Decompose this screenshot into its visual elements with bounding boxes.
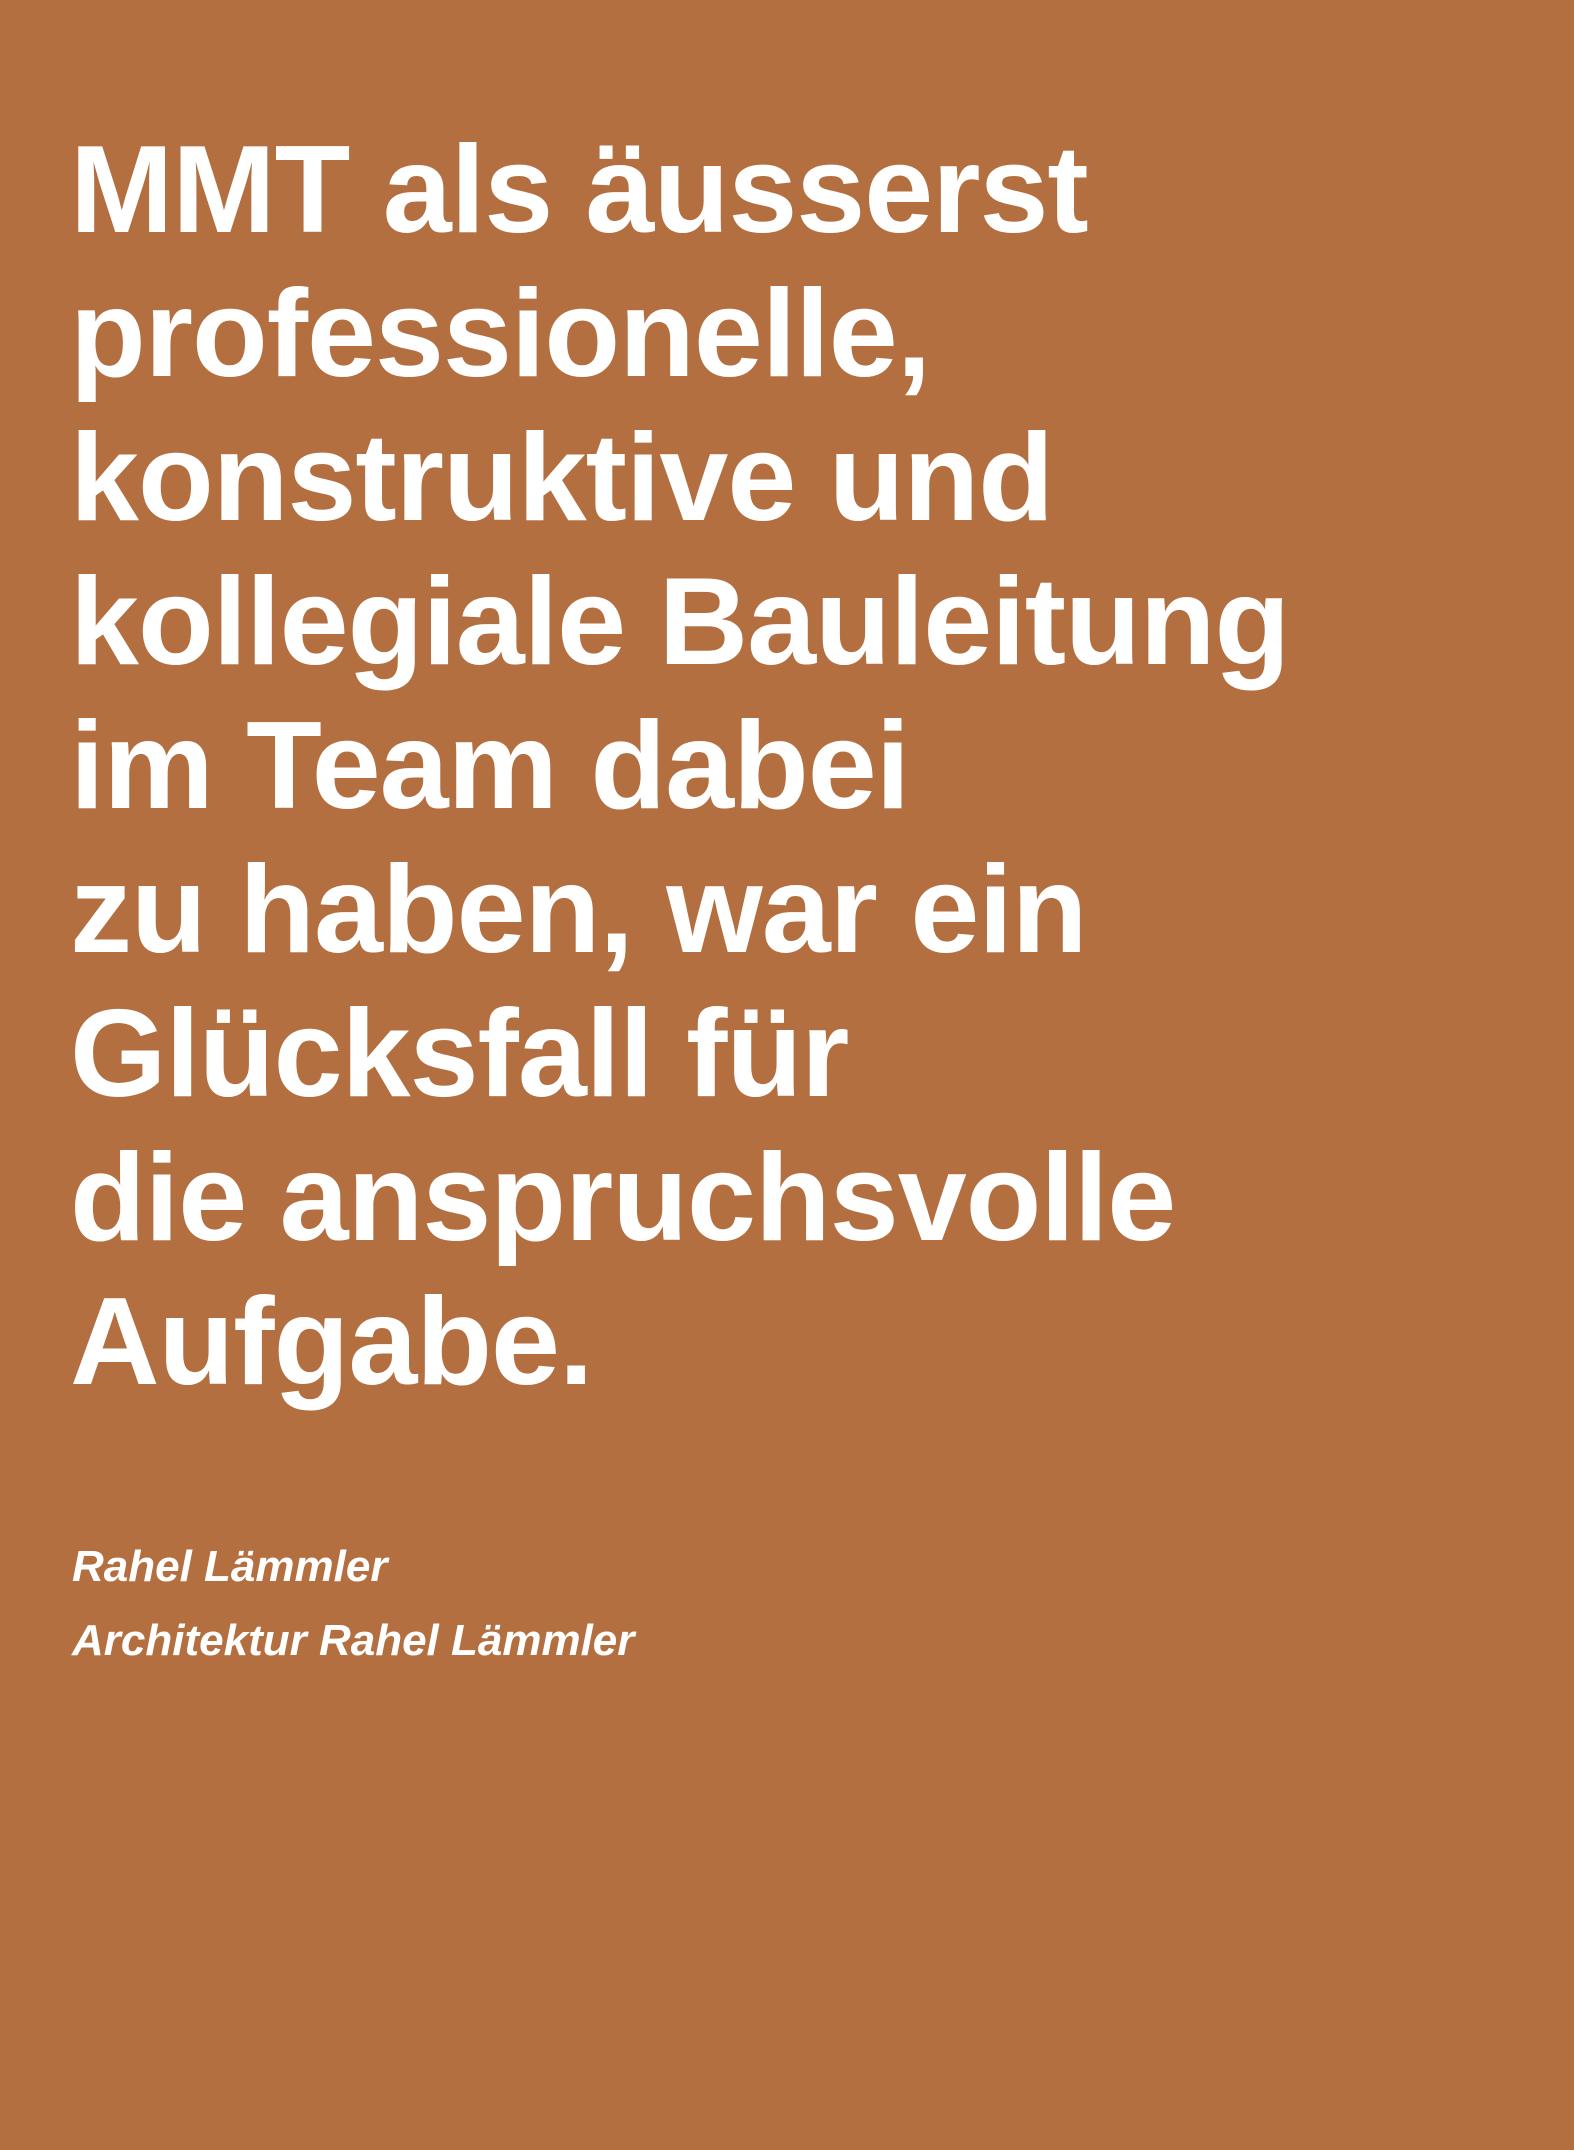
- quote-line: die anspruchsvolle: [70, 1129, 1176, 1267]
- quote-line: zu haben, war ein: [70, 841, 1088, 979]
- author-organization: Architektur Rahel Lämmler: [72, 1616, 635, 1665]
- attribution: Rahel Lämmler Architektur Rahel Lämmler: [72, 1530, 1472, 1678]
- quote-line: kollegiale Bauleitung: [70, 553, 1290, 691]
- quote-line: im Team dabei: [70, 697, 910, 835]
- quote-line: konstruktive und: [70, 409, 1054, 547]
- quote-line: Aufgabe.: [70, 1273, 593, 1411]
- quote-text: MMT als äusserst professionelle, konstru…: [70, 118, 1540, 1414]
- quote-line: Glücksfall für: [70, 985, 849, 1123]
- author-name: Rahel Lämmler: [72, 1542, 388, 1591]
- quote-card: MMT als äusserst professionelle, konstru…: [0, 0, 1574, 2150]
- quote-line: professionelle,: [70, 265, 931, 403]
- quote-line: MMT als äusserst: [70, 121, 1089, 259]
